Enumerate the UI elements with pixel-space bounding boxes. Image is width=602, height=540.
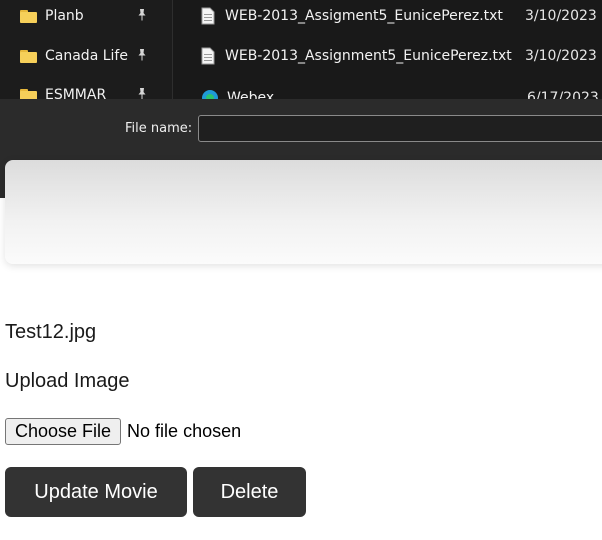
pin-icon[interactable]: [135, 8, 149, 22]
no-file-chosen-text: No file chosen: [127, 421, 242, 441]
file-date: 3/10/2023 1: [525, 8, 602, 24]
quick-access-label: Canada Life: [45, 48, 128, 64]
pin-icon[interactable]: [135, 48, 149, 62]
text-file-icon: [201, 47, 215, 65]
file-date: 3/10/2023 1: [525, 48, 602, 64]
upload-image-label: Upload Image: [5, 370, 130, 392]
file-name: WEB-2013_Assignment5_EunicePerez.txt: [225, 48, 512, 64]
quick-access-pane[interactable]: Planb Canada Life ESMMAR: [0, 0, 173, 103]
file-name: WEB-2013_Assigment5_EunicePerez.txt: [225, 8, 503, 24]
quick-access-item-planb[interactable]: Planb: [20, 5, 160, 27]
file-row[interactable]: WEB-2013_Assignment5_EunicePerez.txt 3/1…: [201, 44, 602, 68]
quick-access-item-canada-life[interactable]: Canada Life: [20, 45, 160, 67]
folder-icon: [20, 9, 37, 23]
filename-input[interactable]: [198, 115, 602, 142]
quick-access-label: Planb: [45, 8, 84, 24]
text-file-icon: [201, 7, 215, 25]
file-list[interactable]: WEB-2013_Assigment5_EunicePerez.txt 3/10…: [173, 0, 602, 106]
current-image-filename: Test12.jpg: [5, 321, 97, 343]
filename-label: File name:: [125, 121, 193, 136]
update-movie-button[interactable]: Update Movie: [5, 467, 187, 517]
form-card: [5, 160, 602, 264]
folder-icon: [20, 49, 37, 63]
file-row[interactable]: WEB-2013_Assigment5_EunicePerez.txt 3/10…: [201, 4, 602, 28]
delete-button[interactable]: Delete: [193, 467, 306, 517]
choose-file-button[interactable]: Choose File: [5, 418, 122, 445]
file-input: Choose File No file chosen: [5, 418, 241, 445]
